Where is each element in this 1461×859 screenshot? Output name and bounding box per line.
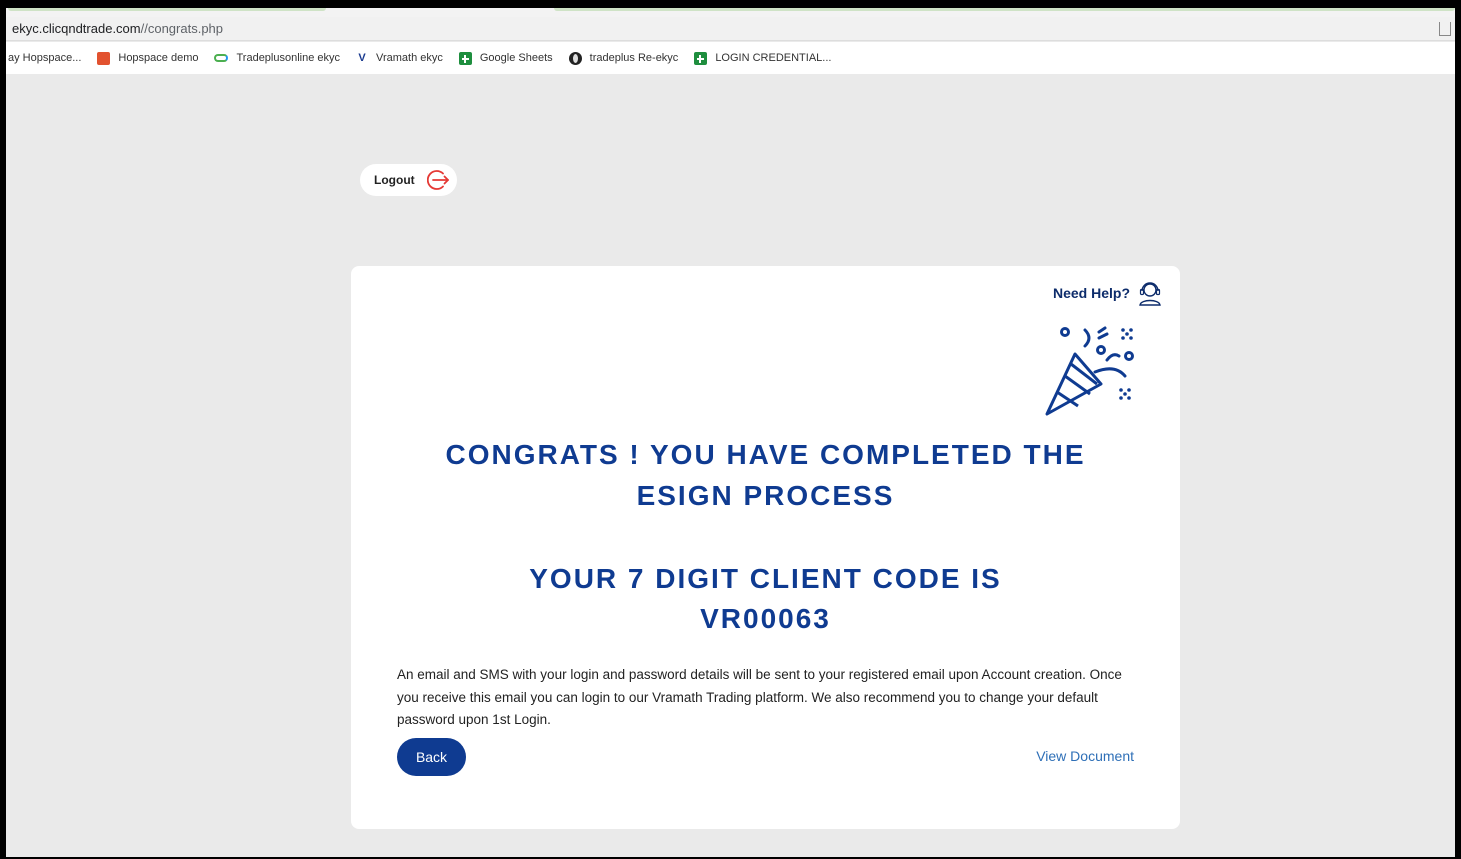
bookmark-label: tradeplus Re-ekyc bbox=[589, 52, 679, 64]
bookmark-hopspace-truncated[interactable]: ay Hopspace... bbox=[8, 52, 81, 64]
vramath-icon: V bbox=[358, 52, 366, 64]
sheets-icon bbox=[458, 51, 472, 65]
browser-window: ekyc.clicqndtrade.com//congrats.php ay H… bbox=[6, 8, 1455, 857]
logout-label: Logout bbox=[374, 173, 415, 187]
bookmarks-bar: ay Hopspace... Hopspace demo Tradepluson… bbox=[6, 42, 1455, 74]
info-message: An email and SMS with your login and pas… bbox=[397, 667, 1122, 727]
congrats-line-2: ESIGN PROCESS bbox=[636, 480, 895, 511]
bookmark-label: Vramath ekyc bbox=[376, 52, 443, 64]
address-bar[interactable]: ekyc.clicqndtrade.com//congrats.php bbox=[6, 17, 1455, 41]
congrats-line-1: CONGRATS ! YOU HAVE COMPLETED THE bbox=[445, 439, 1086, 470]
logout-icon bbox=[426, 170, 449, 190]
url-text[interactable]: ekyc.clicqndtrade.com//congrats.php bbox=[12, 21, 223, 36]
url-path: //congrats.php bbox=[140, 21, 224, 36]
bookmark-label: ay Hopspace... bbox=[8, 52, 82, 64]
bookmark-label: Google Sheets bbox=[479, 52, 553, 64]
infinity-icon bbox=[214, 54, 229, 62]
bookmark-vramath-ekyc[interactable]: V Vramath ekyc bbox=[356, 52, 443, 64]
bookmark-label: LOGIN CREDENTIAL... bbox=[715, 52, 832, 64]
bookmark-label: Tradeplusonline ekyc bbox=[236, 52, 341, 64]
congrats-heading: CONGRATS ! YOU HAVE COMPLETED THE ESIGN … bbox=[351, 434, 1180, 516]
bookmark-tradeplusonline-ekyc[interactable]: Tradeplusonline ekyc bbox=[214, 52, 340, 64]
congrats-card: Need Help? CONGRATS ! YOU HAVE COMPLETED… bbox=[351, 266, 1180, 829]
globe-icon bbox=[568, 51, 582, 65]
need-help-link[interactable]: Need Help? bbox=[1053, 280, 1162, 306]
client-code-label: YOUR 7 DIGIT CLIENT CODE IS bbox=[529, 563, 1002, 594]
bookmark-tradeplus-re-ekyc[interactable]: tradeplus Re-ekyc bbox=[568, 51, 679, 65]
hopspace-icon bbox=[97, 51, 111, 65]
logout-button[interactable]: Logout bbox=[360, 164, 457, 196]
tab-indicator bbox=[8, 8, 326, 11]
tab-strip bbox=[6, 8, 1455, 17]
view-document-link[interactable]: View Document bbox=[1036, 748, 1134, 764]
need-help-label: Need Help? bbox=[1052, 285, 1130, 301]
tab-indicator bbox=[554, 8, 1455, 11]
bookmark-google-sheets[interactable]: Google Sheets bbox=[458, 51, 553, 65]
client-code-value: VR00063 bbox=[700, 603, 831, 634]
sheets-icon bbox=[694, 51, 708, 65]
support-headset-icon bbox=[1139, 282, 1161, 306]
bookmark-hopspace-demo[interactable]: Hopspace demo bbox=[97, 51, 199, 65]
back-button[interactable]: Back bbox=[397, 738, 466, 776]
share-icon[interactable] bbox=[1439, 22, 1451, 36]
bookmark-login-credential[interactable]: LOGIN CREDENTIAL... bbox=[694, 51, 832, 65]
party-popper-icon bbox=[1045, 326, 1134, 416]
bookmark-label: Hopspace demo bbox=[118, 52, 199, 64]
url-domain: ekyc.clicqndtrade.com bbox=[12, 21, 141, 36]
client-code-heading: YOUR 7 DIGIT CLIENT CODE IS VR00063 bbox=[351, 559, 1180, 639]
